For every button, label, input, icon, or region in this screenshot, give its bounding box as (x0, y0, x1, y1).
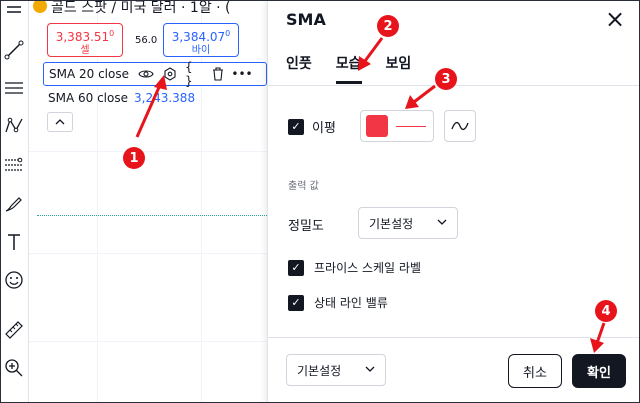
average-row: ✓ 이평 (288, 117, 336, 136)
trend-line-icon[interactable] (3, 39, 25, 61)
menu-icon[interactable] (3, 1, 25, 23)
annotation-marker-1: 1 (123, 147, 145, 169)
buy-button[interactable]: 3,384.070 바이 (163, 23, 239, 57)
precision-value: 기본설정 (369, 216, 414, 231)
text-icon[interactable] (3, 231, 25, 253)
indicator-legend-sma60[interactable]: SMA 60 close 3,243.388 (48, 91, 195, 105)
indicator-label: SMA 60 close (48, 91, 128, 105)
settings-gear-icon[interactable] (161, 65, 179, 83)
average-checkbox[interactable]: ✓ (288, 118, 304, 135)
precision-label: 정밀도 (288, 219, 324, 234)
status-line-checkbox[interactable]: ✓ (288, 294, 304, 311)
spread-value: 56.0 (135, 35, 158, 46)
grid-line (29, 341, 269, 342)
source-code-icon[interactable]: { } (185, 60, 203, 88)
line-preview (396, 125, 426, 127)
chevron-down-icon (437, 219, 447, 225)
dialog-title: SMA (286, 10, 326, 29)
precision-select[interactable]: 기본설정 (358, 207, 458, 239)
gold-coin-icon (33, 1, 47, 13)
collapse-legend-button[interactable] (47, 112, 73, 132)
price-dotted-line (37, 215, 269, 216)
eye-icon[interactable] (137, 65, 155, 83)
output-section-label: 출력 값 (288, 181, 319, 192)
ok-button[interactable]: 확인 (572, 354, 626, 388)
defaults-value: 기본설정 (297, 363, 342, 378)
screenshot-frame: 골드 스팟 / 미국 달러 · 1알 · ( 3,383.510 셀 56.0 … (0, 0, 640, 403)
defaults-select[interactable]: 기본설정 (286, 354, 386, 386)
tab-visibility[interactable]: 보임 (386, 53, 412, 84)
annotation-marker-2: 2 (377, 15, 399, 37)
status-line-label: 상태 라인 밸류 (314, 296, 388, 310)
zoom-in-icon[interactable] (3, 357, 25, 379)
buy-price: 3,384.070 (171, 29, 231, 44)
line-style-icon (451, 121, 469, 131)
close-icon[interactable]: × (604, 7, 626, 31)
grid-line (29, 253, 269, 254)
tab-inputs[interactable]: 인풋 (286, 53, 312, 84)
color-swatch (366, 115, 388, 137)
price-scale-checkbox[interactable]: ✓ (288, 259, 304, 276)
pattern-icon[interactable] (3, 115, 25, 137)
sell-price: 3,383.510 (55, 29, 115, 44)
indicator-actions: { } ••• (137, 60, 253, 88)
line-style-button[interactable] (444, 110, 476, 142)
symbol-title-text: 골드 스팟 / 미국 달러 · 1알 · ( (51, 0, 231, 16)
price-scale-row: ✓ 프라이스 스케일 라벨 (288, 259, 421, 276)
buy-label: 바이 (191, 45, 211, 56)
annotation-marker-3: 3 (435, 68, 457, 90)
brush-icon[interactable] (3, 193, 25, 215)
indicator-value: 3,243.388 (134, 91, 196, 105)
indicator-legend-sma20[interactable]: SMA 20 close { } ••• (43, 60, 267, 88)
annotation-marker-4: 4 (595, 300, 617, 322)
tab-style[interactable]: 모습 (335, 53, 362, 84)
chevron-up-icon (55, 119, 65, 125)
more-icon[interactable]: ••• (231, 65, 252, 83)
line-color-button[interactable] (360, 110, 434, 142)
sell-label: 셀 (80, 45, 90, 56)
average-label: 이평 (312, 121, 336, 136)
fib-icon[interactable] (3, 153, 25, 175)
price-scale-label: 프라이스 스케일 라벨 (314, 261, 421, 275)
indicator-label: SMA 20 close (49, 67, 129, 81)
trash-icon[interactable] (209, 65, 227, 83)
dialog-tabs: 인풋 모습 보임 (286, 53, 411, 84)
footer-divider (268, 337, 639, 338)
cancel-button[interactable]: 취소 (508, 354, 562, 388)
indicator-settings-dialog: SMA × 인풋 모습 보임 ✓ 이평 출력 값 정밀도 기본설정 ✓ 프라이스… (267, 1, 639, 402)
grid-line (29, 151, 269, 152)
symbol-title: 골드 스팟 / 미국 달러 · 1알 · ( (33, 0, 231, 17)
ruler-icon[interactable] (3, 319, 25, 341)
sell-button[interactable]: 3,383.510 셀 (47, 23, 123, 57)
emoji-icon[interactable] (3, 269, 25, 291)
status-line-row: ✓ 상태 라인 밸류 (288, 294, 388, 311)
chevron-down-icon (365, 366, 375, 372)
horizontal-lines-icon[interactable] (3, 77, 25, 99)
drawing-toolbar (1, 1, 29, 402)
